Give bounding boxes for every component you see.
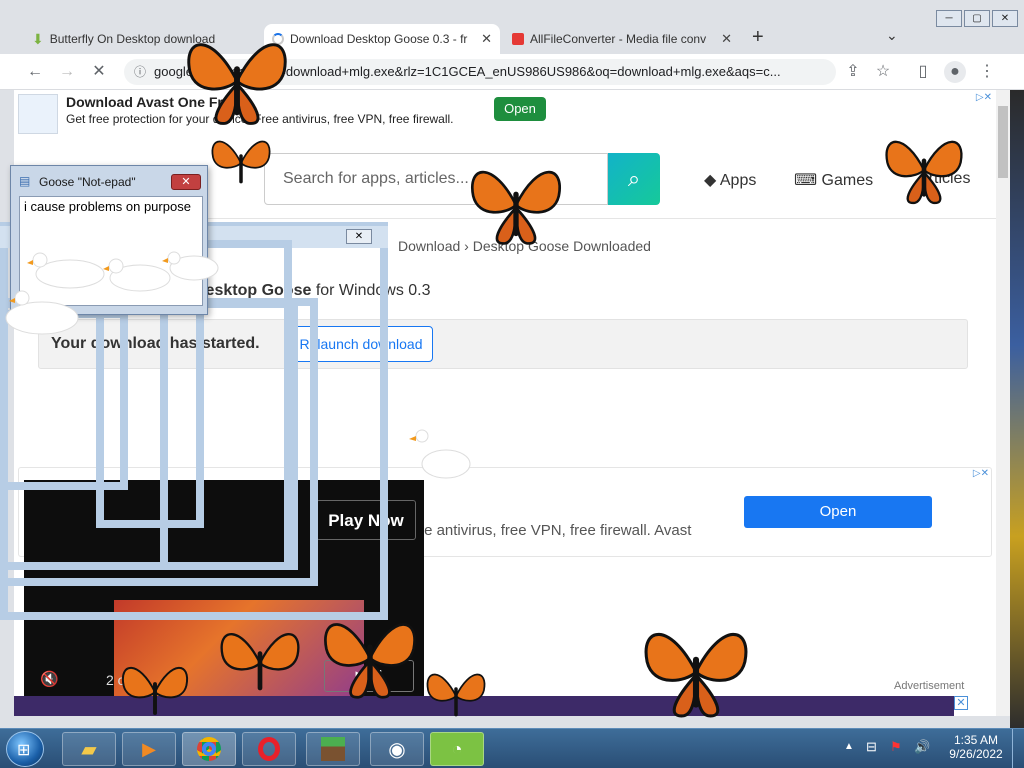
video-counter: 2 of 4 [106, 672, 142, 688]
nav-articles[interactable]: Articles [918, 170, 970, 188]
start-button[interactable]: ⊞ [6, 731, 44, 767]
clock-time: 1:35 AM [953, 733, 999, 747]
ad-mid-open-button[interactable]: Open [744, 496, 932, 528]
network-icon[interactable]: ⊟ [866, 739, 877, 755]
media-player-icon: ▶ [142, 738, 156, 759]
close-tab-icon[interactable]: ✕ [481, 31, 492, 47]
geese-group [5, 251, 219, 335]
taskbar-media-player[interactable]: ▶ [122, 732, 176, 766]
toolbar: ← → ✕ ⓘ google.com/search?q=download+mlg… [0, 54, 1024, 90]
nav-games[interactable]: ⌨ Games [794, 170, 873, 190]
tab-search-icon[interactable]: ⌄ [886, 27, 898, 44]
show-desktop-button[interactable] [1012, 729, 1024, 768]
search-icon[interactable]: ⌕ [608, 153, 660, 205]
taskbar-chat-app[interactable]: ◉ [370, 732, 424, 766]
bookmark-star-icon[interactable]: ☆ [872, 61, 894, 83]
stop-icon[interactable]: ✕ [88, 61, 110, 83]
clock[interactable]: 1:35 AM 9/26/2022 [948, 733, 1004, 761]
chrome-icon [197, 737, 221, 761]
folder-icon: ▰ [81, 738, 97, 761]
goose-sprite[interactable] [5, 290, 79, 335]
file-converter-icon [512, 33, 524, 45]
minecraft-icon [321, 737, 345, 761]
tab-butterfly[interactable]: ⬇ Butterfly On Desktop download [24, 24, 260, 54]
breadcrumb: Download › Desktop Goose Downloaded [398, 238, 651, 254]
goose-sprite[interactable] [404, 424, 474, 494]
site-search-input[interactable]: Search for apps, articles... [264, 153, 608, 205]
back-icon[interactable]: ← [24, 61, 46, 83]
ad-top-desc: Get free protection for your device. Fre… [66, 112, 454, 126]
notepad-close-button[interactable]: ✕ [171, 174, 201, 190]
ad-choices-icon[interactable]: ▷✕ [973, 468, 989, 479]
breadcrumb-separator: › [464, 238, 473, 254]
download-icon: ⬇ [32, 30, 44, 47]
advertisement-label: Advertisement [894, 680, 965, 692]
mute-icon[interactable]: 🔇 [40, 670, 59, 688]
gamepad-icon: ⌨ [794, 172, 822, 189]
bottom-ad-strip[interactable] [14, 696, 954, 716]
url-text: google.com/search?q=download+mlg.exe&rlz… [154, 64, 781, 79]
chat-icon: ◉ [388, 738, 406, 761]
tab-allfileconverter[interactable]: AllFileConverter - Media file conv ✕ [504, 24, 740, 54]
info-icon: ⓘ [134, 65, 147, 79]
menu-dots-icon[interactable]: ⋮ [976, 61, 998, 83]
background-window-edge [1010, 90, 1024, 728]
skip-icon[interactable]: ▶▶| [324, 660, 414, 692]
ad-top-open-button[interactable]: Open [494, 97, 546, 121]
action-center-icon[interactable]: ⚑ [890, 739, 902, 755]
address-bar[interactable]: ⓘ google.com/search?q=download+mlg.exe&r… [124, 59, 836, 85]
taskbar: ⊞ ▰ ▶ ◉ ◔ ▲ ⊟ ⚑ 🔊 1:35 AM 9/26/2022 [0, 728, 1024, 768]
forward-icon[interactable]: → [56, 61, 78, 83]
close-tab-icon[interactable]: ✕ [721, 31, 732, 47]
goose-sprite[interactable] [103, 258, 171, 292]
tab-desktop-goose[interactable]: Download Desktop Goose 0.3 - fr ✕ [264, 24, 500, 54]
goose-icon: ◔ [451, 738, 463, 759]
volume-icon[interactable]: 🔊 [914, 739, 930, 755]
breadcrumb-download[interactable]: Download [398, 238, 460, 254]
close-ad-icon[interactable]: ✕ [954, 696, 968, 710]
taskbar-opera[interactable] [242, 732, 296, 766]
apps-icon: ◆ [704, 172, 720, 189]
new-tab-button[interactable]: + [752, 26, 764, 49]
ad-top-title[interactable]: Download Avast One Free [66, 94, 238, 110]
taskbar-minecraft[interactable] [306, 732, 360, 766]
goose-sprite[interactable] [162, 251, 219, 281]
tab-strip: ⬇ Butterfly On Desktop download Download… [0, 18, 1024, 54]
loading-spinner-icon [272, 33, 284, 45]
notepad-icon: ▤ [19, 174, 31, 188]
notepad-title: Goose "Not-epad" [39, 175, 136, 189]
page-scrollbar[interactable] [996, 90, 1010, 716]
side-panel-icon[interactable]: ▯ [912, 61, 934, 83]
taskbar-chrome[interactable] [182, 732, 236, 766]
ghost-close-icon[interactable]: ✕ [346, 229, 372, 244]
opera-icon [258, 737, 280, 761]
ad-choices-icon[interactable]: ▷✕ [976, 92, 992, 103]
scrollbar-thumb[interactable] [998, 106, 1008, 178]
taskbar-goose[interactable]: ◔ [430, 732, 484, 766]
avast-ad-thumbnail [18, 94, 58, 134]
windows-logo-icon: ⊞ [17, 742, 31, 759]
clock-date: 9/26/2022 [949, 747, 1003, 761]
profile-avatar-icon[interactable]: ● [944, 61, 966, 83]
share-icon[interactable]: ⇪ [842, 61, 864, 83]
goose-sprite[interactable] [27, 252, 105, 289]
show-hidden-icons[interactable]: ▲ [844, 741, 854, 752]
nav-apps[interactable]: ◆ Apps [704, 170, 756, 190]
breadcrumb-current: Desktop Goose Downloaded [472, 238, 651, 254]
taskbar-explorer[interactable]: ▰ [62, 732, 116, 766]
